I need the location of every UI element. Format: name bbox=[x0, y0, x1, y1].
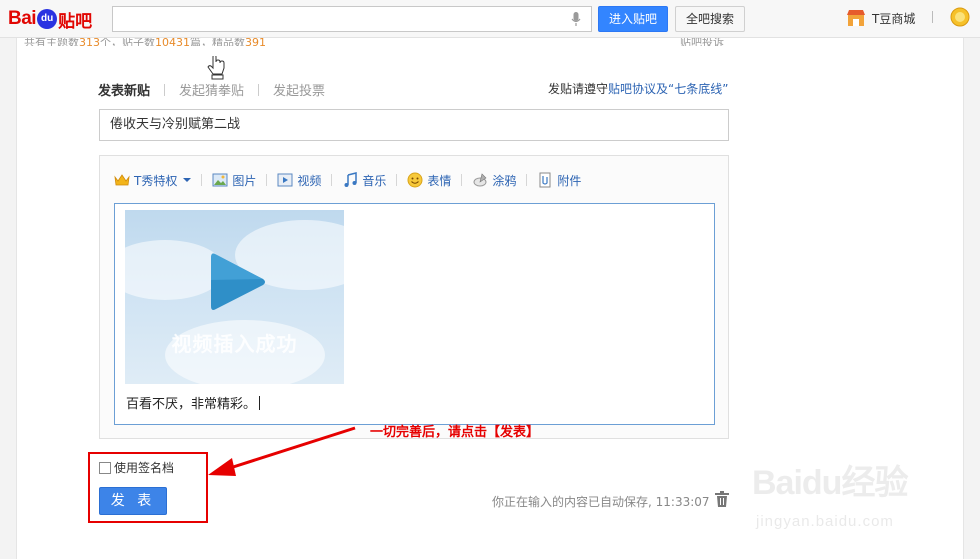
enter-tieba-button[interactable]: 进入贴吧 bbox=[598, 6, 668, 32]
post-body-content: 百看不厌，非常精彩。 bbox=[126, 397, 257, 412]
play-icon bbox=[211, 253, 265, 310]
doodle-label: 涂鸦 bbox=[492, 173, 517, 188]
emoji-label: 表情 bbox=[427, 173, 452, 188]
rules-link[interactable]: 贴吧协议及“七条底线” bbox=[608, 82, 728, 96]
signature-checkbox[interactable] bbox=[99, 461, 111, 474]
annotation-arrow-icon bbox=[208, 426, 356, 476]
rules-prefix: 发贴请遵守 bbox=[548, 82, 609, 96]
attachment-icon bbox=[539, 172, 551, 188]
medal-icon[interactable] bbox=[950, 7, 970, 27]
annotation-instruction: 一切完善后，请点击【发表】 bbox=[370, 425, 540, 440]
baidu-jingyan-watermark: Baidu经验 jingyan.baidu.com bbox=[752, 455, 952, 545]
toolbar-divider bbox=[201, 174, 203, 186]
autosave-status: 你正在输入的内容已自动保存, 11:33:07 bbox=[492, 495, 710, 509]
tdou-shop-link[interactable]: T豆商城 bbox=[846, 9, 915, 27]
music-label: 音乐 bbox=[362, 173, 387, 188]
music-icon bbox=[344, 172, 358, 187]
editor-toolbar: T秀特权 图片 视频 音乐 表情 涂鸦 附件 bbox=[114, 171, 581, 189]
attachment-label: 附件 bbox=[557, 173, 582, 188]
search-input[interactable] bbox=[112, 6, 592, 32]
signature-label: 使用签名档 bbox=[114, 461, 175, 475]
tshow-button[interactable]: T秀特权 bbox=[114, 172, 192, 189]
tab-vote[interactable]: 发起投票 bbox=[273, 80, 325, 99]
baidu-tieba-logo[interactable]: Bai du 贴吧 bbox=[8, 6, 92, 32]
logo-tieba: 贴吧 bbox=[58, 11, 93, 32]
tdou-shop-label: T豆商城 bbox=[872, 11, 916, 26]
top-bar: Bai du 贴吧 进入贴吧 全吧搜索 T豆商城 bbox=[0, 0, 980, 38]
hand-pointer-icon bbox=[207, 56, 225, 80]
watermark-main: Baidu经验 bbox=[752, 464, 908, 502]
tshow-label: T秀特权 bbox=[134, 173, 178, 188]
tab-divider bbox=[164, 83, 166, 96]
image-label: 图片 bbox=[232, 173, 257, 188]
post-rules: 发贴请遵守贴吧协议及“七条底线” bbox=[548, 80, 728, 97]
toolbar-divider bbox=[526, 174, 528, 186]
video-inserted-caption: 视频插入成功 bbox=[171, 332, 298, 356]
inserted-video-thumbnail[interactable]: 视频插入成功 bbox=[125, 210, 344, 384]
post-body-text: 百看不厌，非常精彩。 bbox=[126, 393, 261, 412]
post-type-tabs: 发表新贴 发起猜拳贴 发起投票 bbox=[98, 80, 325, 99]
toolbar-divider bbox=[461, 174, 463, 186]
shop-icon bbox=[847, 10, 865, 26]
insert-music-button[interactable]: 音乐 bbox=[342, 172, 386, 189]
signature-option[interactable]: 使用签名档 bbox=[99, 459, 174, 476]
toolbar-divider bbox=[396, 174, 398, 186]
post-body-editor[interactable]: 视频插入成功 百看不厌，非常精彩。 bbox=[114, 203, 715, 425]
post-editor: T秀特权 图片 视频 音乐 表情 涂鸦 附件 视频插入成功 百看不厌，非常精彩。 bbox=[99, 155, 729, 439]
crown-icon bbox=[114, 174, 130, 186]
chevron-down-icon bbox=[183, 178, 192, 182]
smiley-icon bbox=[407, 172, 423, 188]
tab-new-post[interactable]: 发表新贴 bbox=[98, 80, 150, 99]
doodle-button[interactable]: 涂鸦 bbox=[472, 172, 516, 189]
toolbar-divider bbox=[331, 174, 333, 186]
insert-emoji-button[interactable]: 表情 bbox=[407, 172, 451, 189]
microphone-icon[interactable] bbox=[571, 12, 581, 27]
video-label: 视频 bbox=[297, 173, 322, 188]
image-icon bbox=[212, 173, 228, 187]
insert-video-button[interactable]: 视频 bbox=[277, 172, 321, 189]
search-all-button[interactable]: 全吧搜索 bbox=[675, 6, 745, 32]
watermark-url: jingyan.baidu.com bbox=[756, 513, 894, 530]
divider bbox=[932, 11, 933, 23]
text-cursor bbox=[259, 396, 261, 410]
logo-paw: du bbox=[37, 9, 58, 29]
video-icon bbox=[277, 173, 293, 187]
tab-divider bbox=[258, 83, 260, 96]
toolbar-divider bbox=[266, 174, 268, 186]
insert-image-button[interactable]: 图片 bbox=[212, 172, 256, 189]
publish-button[interactable]: 发 表 bbox=[99, 487, 167, 515]
trash-icon[interactable] bbox=[714, 491, 730, 508]
attachment-button[interactable]: 附件 bbox=[537, 172, 581, 189]
logo-bai: Bai bbox=[8, 8, 37, 29]
tab-guess-post[interactable]: 发起猜拳贴 bbox=[179, 80, 244, 99]
post-title-input[interactable]: 倦收天与冷别赋第二战 bbox=[99, 109, 729, 141]
doodle-brush-icon bbox=[473, 173, 487, 187]
